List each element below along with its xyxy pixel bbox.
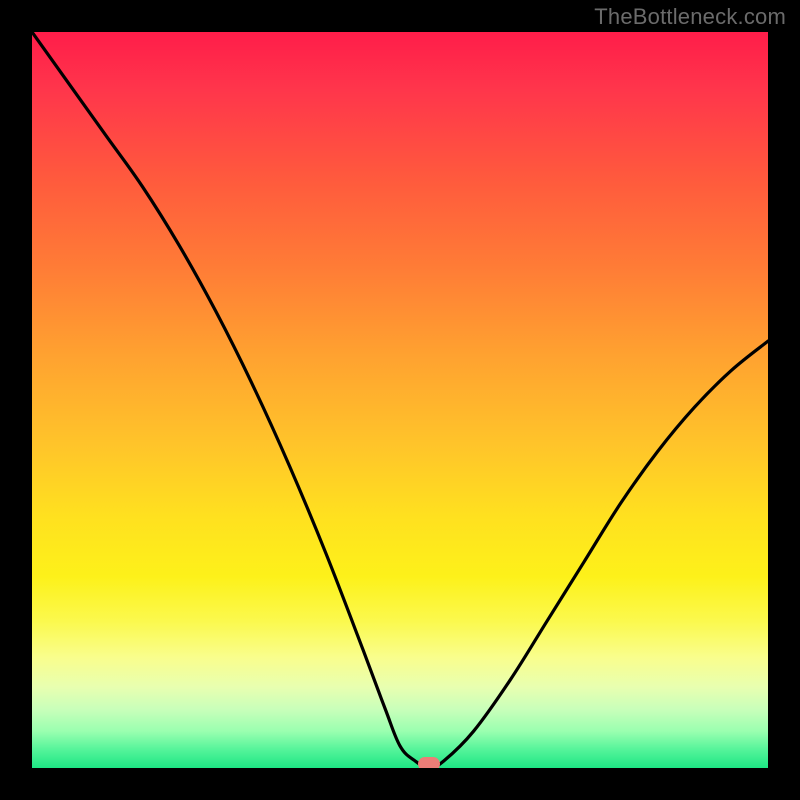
watermark-text: TheBottleneck.com xyxy=(594,4,786,30)
optimal-point-marker xyxy=(418,757,440,768)
plot-area xyxy=(32,32,768,768)
bottleneck-curve xyxy=(32,32,768,768)
chart-frame: TheBottleneck.com xyxy=(0,0,800,800)
